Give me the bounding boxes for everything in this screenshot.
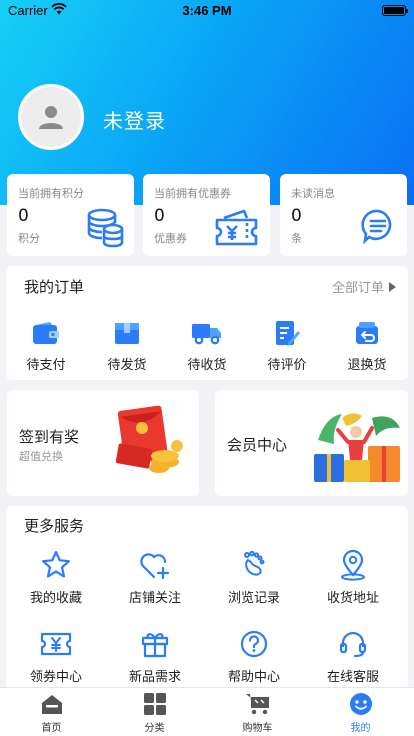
stat-label: 未读消息 <box>291 187 335 200</box>
stat-unit: 积分 <box>18 232 40 245</box>
tab-mine[interactable]: 我的 <box>309 691 412 734</box>
star-icon <box>6 549 106 581</box>
service-label: 收货地址 <box>326 591 379 606</box>
services-title: 更多服务 <box>24 517 85 535</box>
service-label: 领券中心 <box>29 670 82 685</box>
stat-label: 当前拥有优惠券 <box>154 187 231 200</box>
stat-value: 0 <box>154 206 165 226</box>
service-new-product-request[interactable]: 新品需求 <box>105 628 205 685</box>
service-addresses[interactable]: 收货地址 <box>303 549 403 606</box>
coupons-card[interactable]: 当前拥有优惠券 0 优惠券 <box>143 174 270 256</box>
tab-label: 我的 <box>350 723 371 734</box>
points-card[interactable]: 当前拥有积分 0 积分 <box>7 174 134 256</box>
signin-reward-card[interactable]: 签到有奖 超值兑换 <box>7 390 199 496</box>
service-label: 我的收藏 <box>29 591 82 606</box>
signin-title: 签到有奖 <box>19 428 80 446</box>
member-center-card[interactable]: 会员中心 <box>215 390 408 496</box>
service-online-support[interactable]: 在线客服 <box>303 628 403 685</box>
service-coupon-center[interactable]: 领券中心 <box>6 628 106 685</box>
service-followed-stores[interactable]: 店铺关注 <box>105 549 205 606</box>
cart-icon <box>206 691 309 717</box>
order-label: 待发货 <box>107 358 147 373</box>
coupon-ticket-icon <box>214 208 260 252</box>
home-icon <box>0 691 103 717</box>
chevron-right-icon <box>389 281 396 292</box>
edit-note-icon <box>247 319 327 347</box>
avatar[interactable] <box>18 84 84 150</box>
stat-label: 当前拥有积分 <box>18 187 84 200</box>
messages-card[interactable]: 未读消息 0 条 <box>280 174 407 256</box>
coupon-yen-icon <box>6 628 106 660</box>
all-orders-link[interactable]: 全部订单 <box>332 277 396 296</box>
order-pending-payment[interactable]: 待支付 <box>6 319 86 373</box>
tab-label: 购物车 <box>242 723 273 734</box>
order-label: 待收货 <box>187 358 227 373</box>
coins-stack-icon <box>86 208 124 252</box>
service-label: 新品需求 <box>128 670 181 685</box>
order-pending-review[interactable]: 待评价 <box>247 319 327 373</box>
grid-icon <box>103 691 206 717</box>
tab-home[interactable]: 首页 <box>0 691 103 734</box>
order-label: 退换货 <box>347 358 387 373</box>
signin-subtitle: 超值兑换 <box>19 450 63 463</box>
orders-panel: 我的订单 全部订单 待支付 待发货 待收货 待评价 退换货 <box>6 266 408 380</box>
orders-title: 我的订单 <box>24 278 85 296</box>
login-status[interactable]: 未登录 <box>103 105 166 134</box>
stat-value: 0 <box>291 206 302 226</box>
heart-plus-icon <box>105 549 205 581</box>
user-icon <box>39 106 63 129</box>
service-label: 浏览记录 <box>227 591 280 606</box>
order-pending-shipment[interactable]: 待发货 <box>87 319 167 373</box>
location-pin-icon <box>303 549 403 581</box>
member-gifts-icon <box>312 410 402 490</box>
order-label: 待支付 <box>26 358 66 373</box>
stat-value: 0 <box>18 206 29 226</box>
service-label: 帮助中心 <box>227 670 280 685</box>
service-help-center[interactable]: 帮助中心 <box>204 628 304 685</box>
tab-category[interactable]: 分类 <box>103 691 206 734</box>
bottom-tab-bar: 首页 分类 购物车 我的 <box>0 687 414 736</box>
service-label: 店铺关注 <box>128 591 181 606</box>
wallet-icon <box>6 319 86 347</box>
red-envelope-coins-icon <box>115 404 185 482</box>
smiley-icon <box>309 691 412 717</box>
order-pending-receipt[interactable]: 待收货 <box>167 319 247 373</box>
status-bar: Carrier 3:46 PM <box>0 0 414 22</box>
footprint-icon <box>204 549 304 581</box>
battery-icon <box>382 5 408 16</box>
service-label: 在线客服 <box>326 670 379 685</box>
delivery-truck-icon <box>167 319 247 347</box>
package-box-icon <box>87 319 167 347</box>
all-orders-label: 全部订单 <box>331 281 384 296</box>
stat-unit: 条 <box>291 232 302 245</box>
tab-label: 分类 <box>144 723 165 734</box>
service-history[interactable]: 浏览记录 <box>204 549 304 606</box>
headset-icon <box>303 628 403 660</box>
return-box-icon <box>327 319 407 347</box>
message-bubble-icon <box>361 208 395 248</box>
services-panel: 更多服务 我的收藏 店铺关注 浏览记录 收货地址 领券中心 新品需求 帮助中心 … <box>6 506 408 696</box>
service-favorites[interactable]: 我的收藏 <box>6 549 106 606</box>
help-circle-icon <box>204 628 304 660</box>
stat-unit: 优惠券 <box>154 232 187 245</box>
order-label: 待评价 <box>267 358 307 373</box>
tab-label: 首页 <box>41 723 62 734</box>
tab-cart[interactable]: 购物车 <box>206 691 309 734</box>
clock-time: 3:46 PM <box>182 3 232 18</box>
order-returns[interactable]: 退换货 <box>327 319 407 373</box>
gift-box-icon <box>105 628 205 660</box>
member-title: 会员中心 <box>227 436 288 454</box>
